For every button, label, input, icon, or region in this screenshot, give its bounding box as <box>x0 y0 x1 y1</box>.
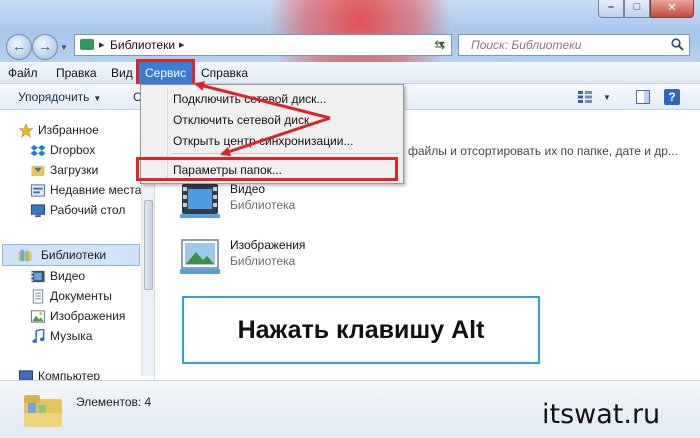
menu-edit[interactable]: Правка <box>56 66 97 80</box>
music-icon <box>32 329 45 344</box>
minimize-button[interactable]: – <box>598 0 624 18</box>
arrow-right-icon: → <box>38 38 52 54</box>
menu-help[interactable]: Справка <box>201 66 248 80</box>
folder-options-highlight-box <box>136 157 398 181</box>
sidebar-item-label: Загрузки <box>50 163 99 177</box>
downloads-icon <box>31 165 45 177</box>
callout-text: Нажать клавишу Alt <box>237 316 485 344</box>
menu-service[interactable]: Сервис <box>135 59 196 87</box>
view-dropdown-icon[interactable]: ▼ <box>603 93 611 102</box>
menu-item-disconnect-network-drive[interactable]: Отключить сетевой диск... <box>173 113 319 127</box>
pictures-icon <box>30 310 46 323</box>
menu-separator <box>171 153 399 154</box>
status-bar: Элементов: 4 itswat.ru <box>0 380 700 438</box>
pictures-library-icon <box>180 239 220 274</box>
sidebar-item-label: Изображения <box>50 309 126 323</box>
sidebar-item-label: Избранное <box>38 123 99 137</box>
window-title-bar: – □ ✕ ← → ▼ ▸ Библиотеки ▸ ▼ ⇆ Поиск: Би… <box>0 0 700 110</box>
dropbox-icon <box>30 144 46 157</box>
address-bar[interactable]: ▸ Библиотеки ▸ ▼ <box>74 34 452 56</box>
video-icon <box>31 270 45 283</box>
sidebar-item-label: Dropbox <box>50 143 96 157</box>
libraries-icon <box>18 249 32 262</box>
search-placeholder: Поиск: Библиотеки <box>471 38 582 52</box>
library-type: Библиотека <box>230 254 296 268</box>
library-name: Видео <box>230 182 266 196</box>
sidebar-item-libraries[interactable]: Библиотеки <box>2 244 140 266</box>
desktop-icon <box>30 204 46 218</box>
organize-label: Упорядочить <box>18 90 90 104</box>
documents-icon <box>32 289 44 304</box>
search-icon[interactable] <box>671 38 684 51</box>
library-name: Изображения <box>230 238 306 252</box>
menu-item-map-network-drive[interactable]: Подключить сетевой диск... <box>173 92 326 106</box>
sidebar-item-label: Недавние места <box>50 183 142 197</box>
help-icon[interactable]: ? <box>664 89 680 105</box>
arrow-left-icon: ← <box>12 38 26 54</box>
breadcrumb-chevron-icon[interactable]: ▸ <box>179 38 185 51</box>
scrollbar-thumb[interactable] <box>144 200 153 290</box>
sidebar-item-label: Библиотеки <box>41 248 107 262</box>
library-type: Библиотека <box>230 198 296 212</box>
breadcrumb-libraries[interactable]: Библиотеки <box>110 38 175 52</box>
libraries-hint-text: файлы и отсортировать их по папке, дате … <box>408 144 678 158</box>
view-options-icon[interactable] <box>578 91 592 103</box>
preview-pane-icon[interactable] <box>636 90 650 104</box>
back-button[interactable]: ← <box>6 34 32 60</box>
item-count-label: Элементов: 4 <box>76 395 152 409</box>
menu-bar: Файл Правка Вид Сервис Справка <box>0 59 700 87</box>
star-icon <box>18 123 34 138</box>
menu-file[interactable]: Файл <box>8 66 38 80</box>
close-button[interactable]: ✕ <box>650 0 694 18</box>
refresh-button[interactable]: ⇆ <box>430 37 450 53</box>
sidebar-item-label: Рабочий стол <box>50 203 126 217</box>
menu-item-open-sync-center[interactable]: Открыть центр синхронизации... <box>173 134 353 148</box>
menu-view[interactable]: Вид <box>111 66 133 80</box>
sidebar-item-label: Музыка <box>50 329 93 343</box>
sidebar-item-label: Документы <box>50 289 112 303</box>
sidebar-item-label: Видео <box>50 269 86 283</box>
organize-button[interactable]: Упорядочить ▼ <box>18 90 101 104</box>
libraries-folder-icon <box>80 39 94 50</box>
watermark-text: itswat.ru <box>542 399 661 430</box>
search-input[interactable]: Поиск: Библиотеки <box>458 34 690 56</box>
libraries-folder-icon <box>24 395 62 427</box>
forward-button[interactable]: → <box>32 34 58 60</box>
video-library-icon <box>180 184 220 218</box>
maximize-button[interactable]: □ <box>624 0 650 18</box>
recent-pages-dropdown[interactable]: ▼ <box>60 43 68 52</box>
breadcrumb-chevron-icon[interactable]: ▸ <box>99 38 105 51</box>
navigation-pane: Избранное Dropbox Загрузки Недавние мест… <box>0 110 155 383</box>
refresh-icon: ⇆ <box>434 37 446 52</box>
instruction-callout: Нажать клавишу Alt <box>182 296 540 364</box>
recent-places-icon <box>30 184 46 197</box>
chevron-down-icon: ▼ <box>93 94 102 103</box>
